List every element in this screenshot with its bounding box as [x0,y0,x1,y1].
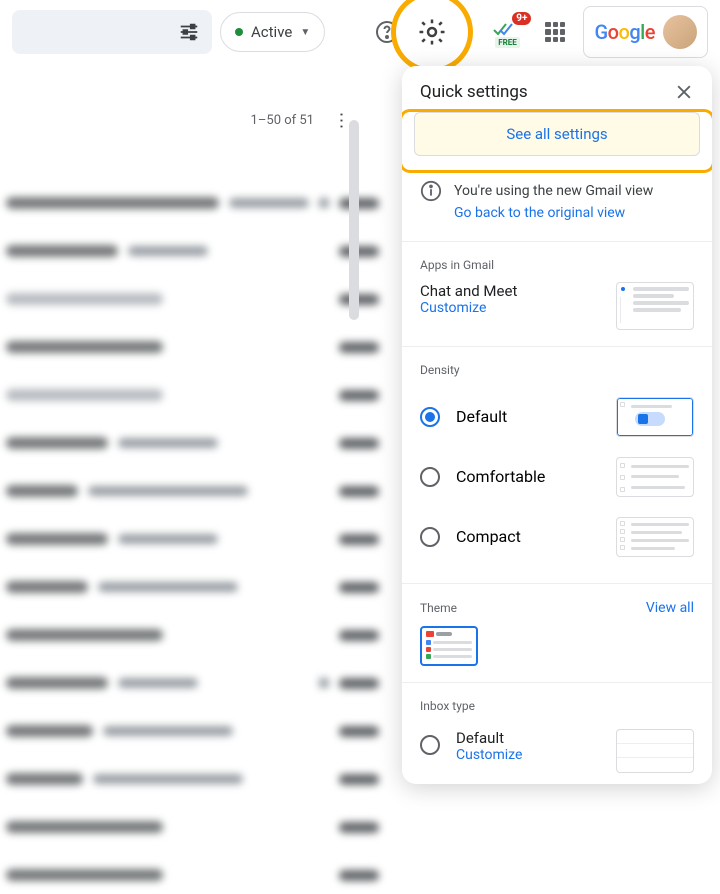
notification-badge: 9+ [512,12,531,25]
density-option-comfortable[interactable]: Comfortable [420,447,694,507]
radio-icon [420,407,440,427]
density-option-compact[interactable]: Compact [420,507,694,567]
density-comfortable-label: Comfortable [456,467,545,486]
google-logo: Google [594,20,655,44]
see-all-settings-highlight: See all settings [402,112,712,170]
inbox-option-default[interactable]: Default Customize [420,729,522,763]
density-option-default[interactable]: Default [420,387,694,447]
theme-default-thumbnail[interactable] [420,626,478,666]
chevron-down-icon: ▼ [300,27,310,38]
customize-inbox-link[interactable]: Customize [456,747,522,763]
inbox-default-label: Default [456,729,522,747]
pagination-row: 1–50 of 51 ⋯ [0,110,360,131]
extensions-button[interactable]: 9+ FREE [487,12,527,52]
status-active-dropdown[interactable]: Active ▼ [220,12,325,52]
info-line1: You're using the new Gmail view [454,180,653,202]
page-icon [635,412,665,426]
view-all-themes-link[interactable]: View all [646,600,694,616]
density-default-label: Default [456,407,507,426]
top-bar: Active ▼ 9+ FREE Google [0,0,720,64]
page-range-text: 1–50 of 51 [251,113,314,128]
customize-apps-link[interactable]: Customize [420,300,517,316]
more-options-button[interactable]: ⋯ [331,112,352,130]
theme-section: Theme View all [402,584,712,683]
theme-section-title: Theme [420,601,457,615]
avatar[interactable] [663,15,697,49]
double-check-icon [493,22,517,38]
chat-and-meet-label: Chat and Meet [420,282,517,300]
density-section: Density Default Comfortable [402,347,712,584]
inbox-section-title: Inbox type [420,699,694,713]
email-list-blurred [0,64,385,792]
google-apps-button[interactable] [535,12,575,52]
status-label: Active [251,23,292,41]
gear-icon [417,17,447,47]
gmail-logo-icon [426,631,434,637]
scrollbar[interactable] [349,120,359,320]
panel-title: Quick settings [420,82,528,102]
see-all-settings-button[interactable]: See all settings [414,112,700,156]
radio-icon [420,527,440,547]
density-section-title: Density [420,363,694,377]
apps-in-gmail-section: Apps in Gmail Chat and Meet Customize [402,242,712,347]
inbox-default-thumbnail [616,729,694,773]
info-icon [420,180,442,202]
density-default-thumbnail [616,397,694,437]
apps-grid-icon [545,22,565,42]
new-view-info: You're using the new Gmail view Go back … [402,170,712,242]
density-compact-thumbnail [616,517,694,557]
search-filters-pill[interactable] [12,10,212,54]
quick-settings-panel: Quick settings See all settings You're u… [402,66,712,784]
density-comfortable-thumbnail [616,457,694,497]
radio-icon [420,735,440,755]
free-badge: FREE [495,37,520,48]
apps-section-title: Apps in Gmail [420,258,694,272]
density-compact-label: Compact [456,527,521,546]
tune-icon [178,21,200,43]
apps-thumbnail [616,282,694,330]
radio-icon [420,467,440,487]
status-dot-icon [235,28,243,36]
inbox-type-section: Inbox type Default Customize [402,683,712,784]
see-all-label: See all settings [506,125,607,143]
close-button[interactable] [674,82,694,102]
go-back-original-view-link[interactable]: Go back to the original view [454,202,653,224]
account-box[interactable]: Google [583,6,708,58]
